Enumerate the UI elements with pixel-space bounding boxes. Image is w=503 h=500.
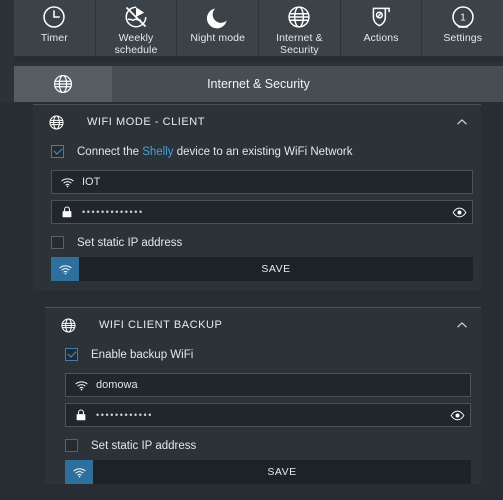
tabstrip-divider	[14, 56, 503, 62]
wifi-backup-save-label: SAVE	[267, 466, 297, 478]
wifi-backup-section-title: WIFI CLIENT BACKUP	[99, 319, 223, 331]
wifi-client-enable-row[interactable]: Connect the Shelly device to an existing…	[33, 139, 481, 164]
wifi-client-password-field[interactable]: •••••••••••••	[51, 200, 473, 224]
wifi-backup-enable-checkbox[interactable]	[65, 348, 78, 361]
eye-icon[interactable]	[446, 205, 472, 220]
tab-night-mode[interactable]: Night mode	[177, 0, 260, 56]
wifi-backup-password-value[interactable]: ••••••••••••	[96, 410, 444, 420]
tab-weekly-schedule-label-line1: Weekly	[118, 32, 154, 44]
wifi-client-static-ip-checkbox[interactable]	[51, 236, 64, 249]
tab-internet-security-label: Internet & Security	[274, 32, 325, 56]
globe-icon	[286, 2, 312, 32]
tab-weekly-schedule-label-line2: schedule	[114, 44, 158, 56]
tab-settings-label: Settings	[443, 32, 483, 44]
tab-actions-label: Actions	[363, 32, 399, 44]
wifi-icon	[51, 257, 79, 281]
tab-night-mode-label: Night mode	[190, 32, 246, 44]
page-header-globe-icon[interactable]	[14, 66, 112, 102]
page-header-bar: Internet & Security	[14, 66, 503, 102]
wifi-backup-ssid-field[interactable]: domowa	[65, 373, 471, 397]
device-tab-strip: Timer Weekly schedule Night mode Interne…	[14, 0, 503, 56]
wifi-backup-section-header[interactable]: WIFI CLIENT BACKUP	[45, 308, 481, 342]
tab-settings[interactable]: 1 Settings	[422, 0, 503, 56]
tab-internet-security[interactable]: Internet & Security	[259, 0, 341, 56]
globe-icon	[60, 317, 77, 334]
wifi-backup-section: WIFI CLIENT BACKUP Enable backup WiFi do…	[45, 307, 481, 484]
wifi-backup-save-button[interactable]: SAVE	[65, 460, 471, 484]
settings-content: WIFI MODE - CLIENT Connect the Shelly de…	[0, 102, 503, 500]
wifi-client-section-header[interactable]: WIFI MODE - CLIENT	[33, 105, 481, 139]
tab-weekly-schedule-label: Weekly schedule	[113, 32, 160, 56]
wifi-client-section-title: WIFI MODE - CLIENT	[87, 116, 206, 128]
wifi-client-static-ip-row[interactable]: Set static IP address	[33, 230, 481, 255]
wifi-icon	[66, 378, 96, 393]
wifi-client-password-value[interactable]: •••••••••••••	[82, 207, 446, 217]
wifi-backup-password-field[interactable]: ••••••••••••	[65, 403, 471, 427]
wifi-icon	[52, 175, 82, 190]
wifi-client-enable-label-suffix: device to an existing WiFi Network	[173, 145, 353, 158]
tab-weekly-schedule[interactable]: Weekly schedule	[96, 0, 178, 56]
wifi-icon	[65, 460, 93, 484]
tab-timer[interactable]: Timer	[14, 0, 96, 56]
actions-shield-icon	[368, 2, 394, 32]
wifi-client-save-label: SAVE	[261, 263, 291, 275]
timer-icon	[41, 2, 67, 32]
night-mode-icon	[205, 2, 231, 32]
wifi-client-ssid-field[interactable]: IOT	[51, 170, 473, 194]
wifi-backup-ssid-value[interactable]: domowa	[96, 379, 470, 391]
wifi-client-enable-label-prefix: Connect the	[77, 145, 143, 158]
wifi-backup-static-ip-checkbox[interactable]	[65, 439, 78, 452]
tab-actions[interactable]: Actions	[341, 0, 423, 56]
wifi-backup-enable-label: Enable backup WiFi	[91, 348, 194, 361]
eye-icon[interactable]	[444, 408, 470, 423]
settings-gauge-icon: 1	[450, 2, 476, 32]
weekly-schedule-icon	[123, 2, 149, 32]
chevron-up-icon[interactable]	[455, 115, 473, 129]
tab-timer-label: Timer	[40, 32, 68, 44]
page-title: Internet & Security	[207, 77, 310, 91]
wifi-client-static-ip-label: Set static IP address	[77, 236, 183, 249]
chevron-up-icon[interactable]	[455, 318, 473, 332]
wifi-client-ssid-value[interactable]: IOT	[82, 176, 472, 188]
wifi-backup-enable-row[interactable]: Enable backup WiFi	[45, 342, 481, 367]
tab-internet-security-label-line2: Security	[279, 44, 319, 56]
wifi-client-section: WIFI MODE - CLIENT Connect the Shelly de…	[33, 104, 481, 291]
shelly-device-ui: Timer Weekly schedule Night mode Interne…	[0, 0, 503, 500]
wifi-client-bottom-spacer	[33, 281, 481, 291]
lock-icon	[66, 408, 96, 422]
wifi-client-enable-label: Connect the Shelly device to an existing…	[77, 146, 353, 158]
tab-internet-security-label-line1: Internet &	[276, 32, 323, 44]
wifi-backup-static-ip-row[interactable]: Set static IP address	[45, 433, 481, 458]
globe-icon	[48, 114, 65, 131]
wifi-backup-static-ip-label: Set static IP address	[91, 439, 197, 452]
wifi-client-enable-checkbox[interactable]	[51, 145, 64, 158]
shelly-brand-word: Shelly	[142, 145, 174, 158]
lock-icon	[52, 205, 82, 219]
wifi-client-save-button[interactable]: SAVE	[51, 257, 473, 281]
svg-text:1: 1	[460, 12, 465, 23]
